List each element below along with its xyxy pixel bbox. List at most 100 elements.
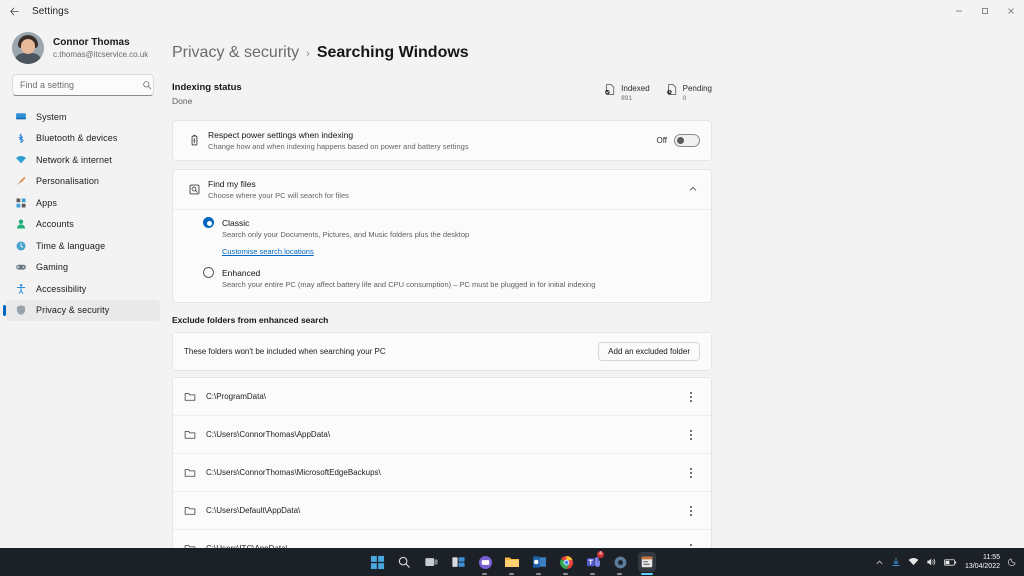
indexing-counters: Indexed 891 Pending 0	[604, 81, 712, 104]
taskbar-search-button[interactable]	[395, 552, 413, 572]
gear-button[interactable]	[611, 552, 629, 575]
sidebar-item-label: Bluetooth & devices	[36, 133, 118, 144]
battery-icon[interactable]	[943, 558, 957, 567]
search-input[interactable]	[20, 80, 137, 90]
wifi-icon[interactable]	[908, 557, 919, 567]
taskbar: 4 11:55 13/04/2022	[0, 548, 1024, 576]
more-options-icon[interactable]	[682, 500, 700, 522]
excluded-folders-list: C:\ProgramData\ C:\Users\ConnorThomas\Ap…	[172, 377, 712, 576]
clock-date: 13/04/2022	[964, 563, 1000, 570]
find-my-files-header[interactable]: Find my files Choose where your PC will …	[173, 170, 711, 209]
search-box[interactable]	[12, 74, 154, 96]
content-area: Privacy & security › Searching Windows I…	[166, 22, 1024, 576]
settings-window: Settings Connor Thomas c.thomas@itcservi…	[0, 0, 1024, 576]
sidebar-item-time-language[interactable]: Time & language	[6, 235, 160, 257]
sidebar-item-personalisation[interactable]: Personalisation	[6, 171, 160, 193]
widgets-button[interactable]	[449, 552, 467, 572]
maximize-button[interactable]	[972, 0, 998, 22]
file-search-icon	[184, 183, 204, 196]
counter-value: 0	[682, 95, 687, 102]
outlook-button[interactable]	[530, 552, 548, 575]
notification-bell-icon[interactable]	[1007, 557, 1017, 567]
user-profile[interactable]: Connor Thomas c.thomas@itcservice.co.uk	[0, 26, 166, 74]
power-setting-toggle[interactable]	[674, 134, 700, 147]
sidebar-item-network-internet[interactable]: Network & internet	[6, 149, 160, 171]
find-my-files-card: Find my files Choose where your PC will …	[172, 169, 712, 303]
add-excluded-folder-button[interactable]: Add an excluded folder	[598, 342, 700, 361]
window-body: Connor Thomas c.thomas@itcservice.co.uk	[0, 22, 1024, 576]
exclude-note-row: These folders won't be included when sea…	[173, 333, 711, 370]
teams-badge: 4	[597, 551, 604, 558]
radio-enhanced[interactable]	[203, 267, 214, 278]
find-my-files-title: Find my files	[208, 179, 256, 189]
chevron-up-icon[interactable]	[688, 184, 700, 196]
radio-classic[interactable]	[203, 217, 214, 228]
chevron-up-icon[interactable]	[875, 558, 884, 567]
gaming-icon	[14, 261, 27, 274]
chat-button[interactable]	[476, 552, 494, 575]
find-my-files-subtitle: Choose where your PC will search for fil…	[208, 191, 349, 200]
table-row[interactable]: C:\Users\Default\AppData\	[173, 492, 711, 530]
sidebar-item-gaming[interactable]: Gaming	[6, 257, 160, 279]
teams-button[interactable]: 4	[584, 551, 604, 575]
table-row[interactable]: C:\ProgramData\	[173, 378, 711, 416]
indexing-status: Indexing status Done Indexed 891 Pending…	[172, 81, 712, 108]
customise-search-locations-link[interactable]: Customise search locations	[222, 247, 314, 256]
breadcrumb-separator: ›	[306, 48, 310, 60]
folder-icon	[184, 467, 206, 478]
sidebar-item-bluetooth-devices[interactable]: Bluetooth & devices	[6, 128, 160, 150]
bluetooth-icon	[14, 132, 27, 145]
sidebar-item-label: Gaming	[36, 262, 69, 273]
pending-file-icon	[666, 83, 678, 101]
chrome-button[interactable]	[557, 552, 575, 575]
task-view-button[interactable]	[422, 552, 440, 572]
counter-indexed: Indexed 891	[604, 83, 650, 104]
more-options-icon[interactable]	[682, 462, 700, 484]
close-button[interactable]	[998, 0, 1024, 22]
sidebar-item-label: Personalisation	[36, 176, 100, 187]
system-icon	[14, 110, 27, 123]
counter-value: 891	[621, 95, 633, 102]
volume-icon[interactable]	[926, 557, 937, 567]
sidebar-item-system[interactable]: System	[6, 106, 160, 128]
accessibility-icon	[14, 282, 27, 295]
sidebar-item-accounts[interactable]: Accounts	[6, 214, 160, 236]
sidebar-item-apps[interactable]: Apps	[6, 192, 160, 214]
toggle-state-label: Off	[656, 136, 667, 145]
counter-label: Indexed	[621, 84, 650, 93]
option-classic[interactable]: Classic Search only your Documents, Pict…	[203, 217, 700, 259]
power-toggle-area[interactable]: Off	[656, 134, 700, 147]
sidebar-item-accessibility[interactable]: Accessibility	[6, 278, 160, 300]
folder-path: C:\ProgramData\	[206, 392, 267, 401]
indexing-status-title: Indexing status	[172, 82, 242, 93]
sidebar-item-label: Apps	[36, 197, 57, 208]
window-title: Settings	[32, 5, 69, 17]
more-options-icon[interactable]	[682, 386, 700, 408]
table-row[interactable]: C:\Users\ConnorThomas\MicrosoftEdgeBacku…	[173, 454, 711, 492]
avatar	[12, 32, 44, 64]
more-options-icon[interactable]	[682, 424, 700, 446]
start-button[interactable]	[368, 552, 386, 572]
clock-icon	[14, 239, 27, 252]
onedrive-icon[interactable]	[891, 557, 901, 567]
clock[interactable]: 11:55 13/04/2022	[964, 553, 1000, 571]
option-enhanced[interactable]: Enhanced Search your entire PC (may affe…	[203, 267, 700, 291]
settings-window-button[interactable]	[638, 552, 656, 575]
table-row[interactable]: C:\Users\ConnorThomas\AppData\	[173, 416, 711, 454]
power-setting-title: Respect power settings when indexing	[208, 130, 354, 140]
account-icon	[14, 218, 27, 231]
counter-label: Pending	[682, 84, 712, 93]
minimize-button[interactable]	[946, 0, 972, 22]
back-button[interactable]	[0, 0, 28, 22]
wifi-icon	[14, 153, 27, 166]
window-controls	[946, 0, 1024, 22]
breadcrumb-parent[interactable]: Privacy & security	[172, 44, 299, 62]
sidebar-item-label: Network & internet	[36, 154, 112, 165]
file-explorer-button[interactable]	[503, 552, 521, 575]
search-container	[0, 74, 166, 106]
sidebar-item-privacy-security[interactable]: Privacy & security	[3, 299, 160, 321]
folder-path: C:\Users\ConnorThomas\MicrosoftEdgeBacku…	[206, 468, 381, 477]
battery-icon	[184, 134, 204, 147]
counter-pending: Pending 0	[666, 83, 712, 104]
find-my-files-options: Classic Search only your Documents, Pict…	[173, 209, 711, 302]
